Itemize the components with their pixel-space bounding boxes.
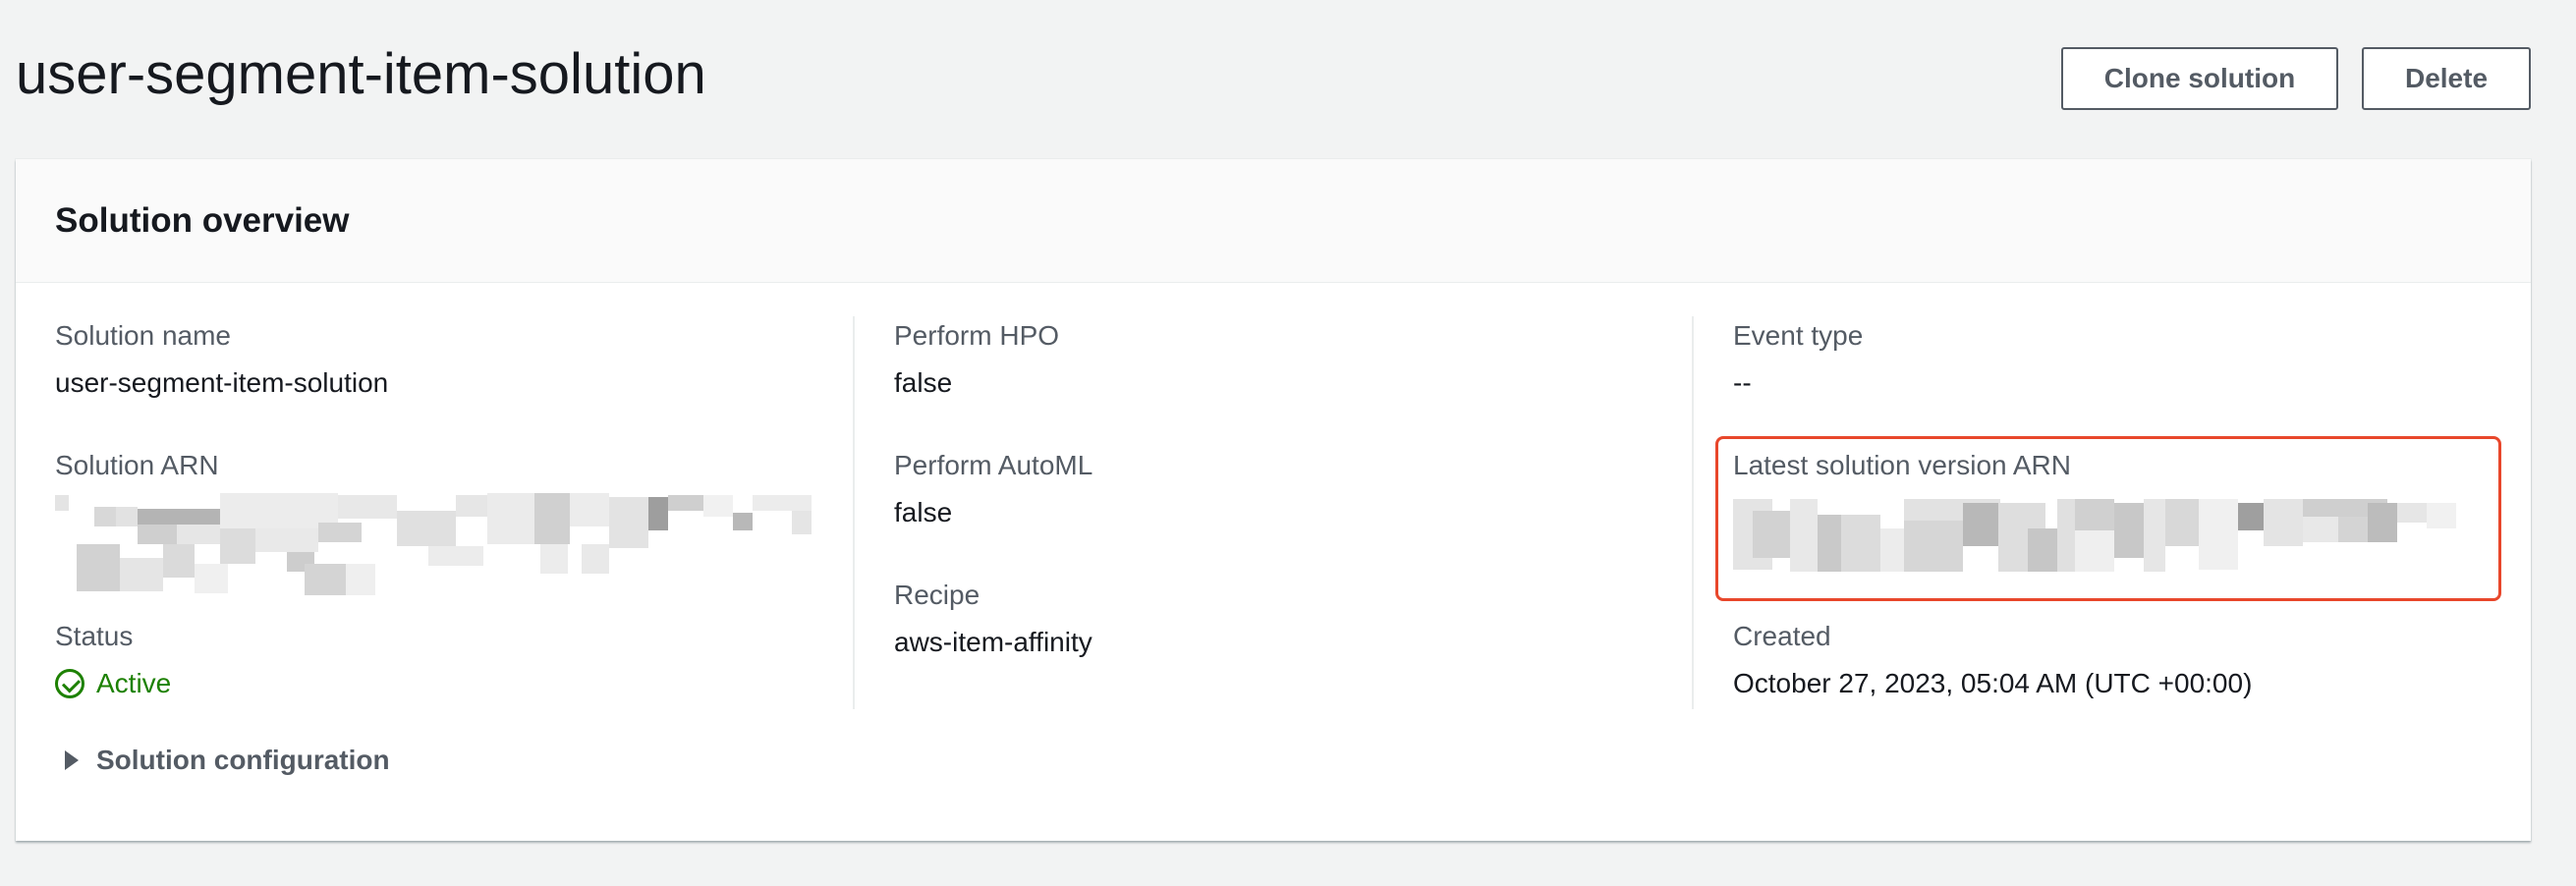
expander-label: Solution configuration [96,745,390,775]
check-circle-icon [55,669,84,698]
field-value: false [894,367,953,398]
highlight-annotation-box [1715,436,2501,601]
field-value: October 27, 2023, 05:04 AM (UTC +00:00) [1733,668,2253,698]
field-label: Status [55,621,134,651]
column-divider [853,316,855,709]
card-title: Solution overview [55,200,350,240]
page-title: user-segment-item-solution [16,42,706,106]
field-value: aws-item-affinity [894,627,1092,657]
solution-configuration-expander[interactable]: Solution configuration [65,745,390,776]
delete-button[interactable]: Delete [2362,47,2531,110]
field-label: Event type [1733,320,1864,351]
field-solution-arn: Solution ARN [55,446,831,601]
field-perform-automl: Perform AutoML false [894,446,1092,532]
field-value: -- [1733,367,1752,398]
redacted-solution-arn [55,493,831,601]
card-header: Solution overview [16,159,2531,283]
column-divider [1692,316,1694,709]
field-label: Recipe [894,580,980,610]
field-value: false [894,497,953,527]
clone-solution-button[interactable]: Clone solution [2061,47,2338,110]
field-status: Status Active [55,617,171,703]
solution-overview-card: Solution overview Solution name user-seg… [16,159,2531,841]
field-solution-name: Solution name user-segment-item-solution [55,316,388,403]
field-label: Perform HPO [894,320,1060,351]
field-label: Solution ARN [55,450,219,480]
field-created: Created October 27, 2023, 05:04 AM (UTC … [1733,617,2252,703]
field-perform-hpo: Perform HPO false [894,316,1059,403]
status-badge: Active [55,664,171,703]
field-label: Solution name [55,320,232,351]
field-value: user-segment-item-solution [55,367,389,398]
field-recipe: Recipe aws-item-affinity [894,576,1092,662]
field-label: Perform AutoML [894,450,1093,480]
field-label: Created [1733,621,1831,651]
status-text: Active [96,668,172,698]
field-event-type: Event type -- [1733,316,1863,403]
caret-right-icon [65,750,79,770]
